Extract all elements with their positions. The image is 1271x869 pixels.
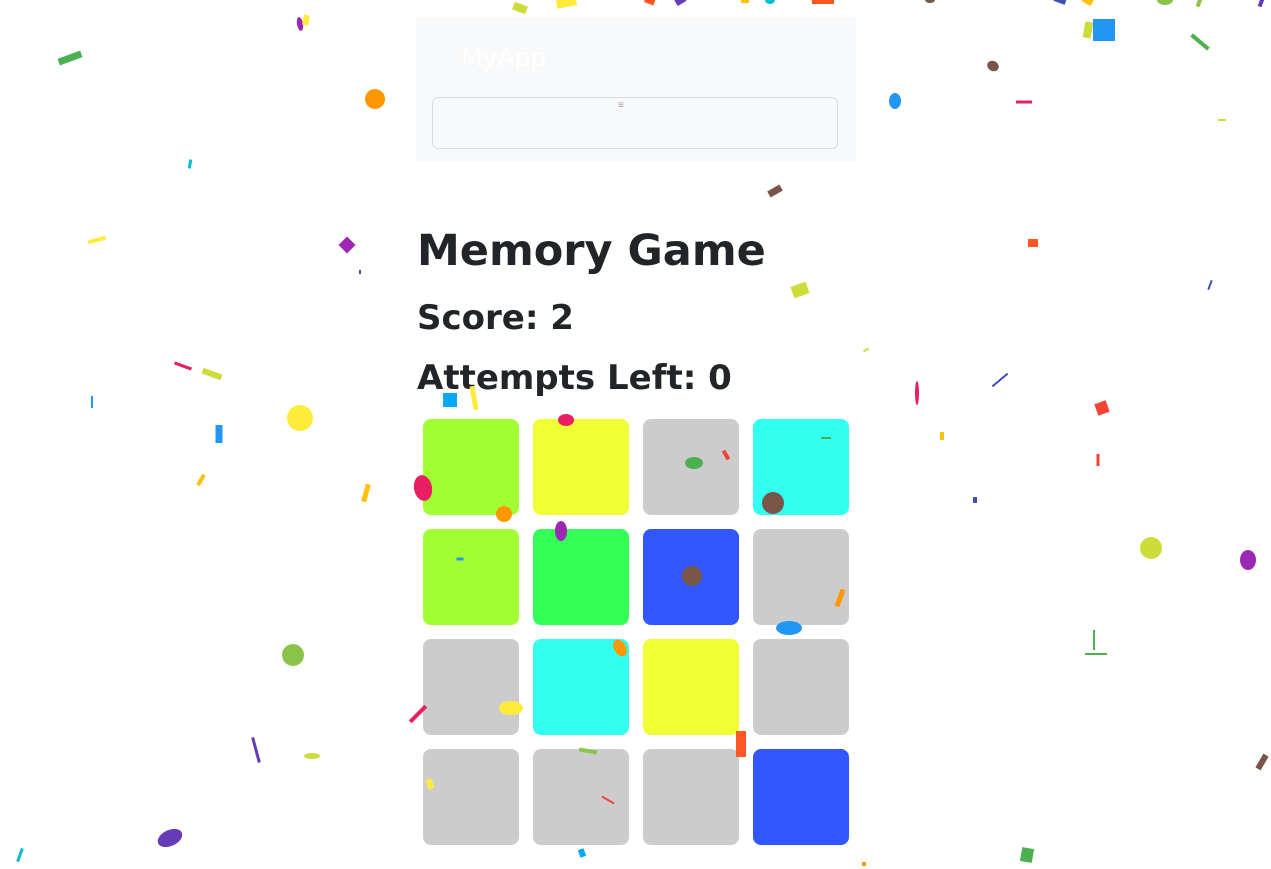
confetti-piece xyxy=(940,432,944,440)
score-display: Score: 2 xyxy=(417,298,574,338)
card-revealed[interactable] xyxy=(753,419,849,515)
confetti-piece xyxy=(1190,33,1210,51)
card-hidden[interactable] xyxy=(643,749,739,845)
confetti-piece xyxy=(361,483,371,503)
confetti-piece xyxy=(673,0,687,6)
confetti-piece xyxy=(767,184,783,198)
attempts-left-display: Attempts Left: 0 xyxy=(417,358,732,398)
confetti-piece xyxy=(643,0,657,6)
card-revealed[interactable] xyxy=(533,639,629,735)
card-revealed[interactable] xyxy=(423,529,519,625)
confetti-piece xyxy=(1085,653,1107,655)
confetti-piece xyxy=(1240,550,1256,570)
confetti-piece xyxy=(215,425,223,443)
card-hidden[interactable] xyxy=(753,639,849,735)
confetti-piece xyxy=(1093,630,1095,650)
confetti-piece xyxy=(187,159,193,169)
confetti-piece xyxy=(1081,0,1095,6)
card-hidden[interactable] xyxy=(423,639,519,735)
card-hidden[interactable] xyxy=(423,749,519,845)
confetti-piece xyxy=(87,235,107,245)
confetti-piece xyxy=(282,644,304,666)
confetti-piece xyxy=(287,405,313,431)
confetti-piece xyxy=(1257,0,1267,8)
confetti-piece xyxy=(1094,400,1110,416)
confetti-piece xyxy=(251,737,261,763)
confetti-piece xyxy=(812,0,834,4)
confetti-piece xyxy=(338,236,356,254)
confetti-piece xyxy=(1028,239,1038,247)
confetti-piece xyxy=(1096,454,1100,466)
card-hidden[interactable] xyxy=(753,529,849,625)
confetti-piece xyxy=(1157,0,1173,5)
confetti-piece xyxy=(1019,847,1035,863)
confetti-piece xyxy=(925,0,935,3)
confetti-piece xyxy=(365,89,385,109)
confetti-piece xyxy=(512,1,528,15)
confetti-piece xyxy=(1093,19,1115,41)
confetti-piece xyxy=(1255,753,1269,771)
card-revealed[interactable] xyxy=(533,529,629,625)
card-revealed[interactable] xyxy=(423,419,519,515)
confetti-piece xyxy=(1016,100,1032,104)
confetti-piece xyxy=(16,847,24,863)
navbar-toggler-button[interactable]: ≡ xyxy=(432,97,838,149)
confetti-piece xyxy=(987,60,999,72)
page-title: Memory Game xyxy=(417,226,766,276)
confetti-piece xyxy=(1218,119,1226,121)
confetti-piece xyxy=(991,372,1009,388)
hamburger-icon: ≡ xyxy=(618,100,624,111)
confetti-piece xyxy=(57,50,83,66)
navbar-brand[interactable]: MyApp xyxy=(461,43,546,72)
confetti-piece xyxy=(765,0,775,4)
confetti-piece xyxy=(790,281,810,299)
confetti-piece xyxy=(296,17,304,31)
card-revealed[interactable] xyxy=(643,529,739,625)
confetti-piece xyxy=(174,361,192,371)
confetti-piece xyxy=(91,396,93,408)
confetti-piece xyxy=(201,367,223,381)
navbar: MyApp ≡ xyxy=(416,17,856,161)
confetti-piece xyxy=(862,862,866,866)
game-page: MyApp ≡ Memory Game Score: 2 Attempts Le… xyxy=(0,0,1271,869)
confetti-piece xyxy=(554,0,578,9)
confetti-piece xyxy=(1053,0,1067,5)
card-hidden[interactable] xyxy=(643,419,739,515)
confetti-piece xyxy=(302,14,310,26)
game-board xyxy=(423,419,849,845)
confetti-piece xyxy=(915,381,919,405)
confetti-piece xyxy=(1207,279,1213,291)
confetti-piece xyxy=(889,93,901,109)
confetti-piece xyxy=(741,0,749,3)
confetti-piece xyxy=(862,347,870,353)
confetti-piece xyxy=(196,473,206,487)
confetti-piece xyxy=(973,497,977,503)
confetti-piece xyxy=(1082,21,1094,39)
confetti-piece xyxy=(157,828,183,848)
confetti-piece xyxy=(304,753,320,759)
confetti-piece xyxy=(1140,537,1162,559)
confetti-piece xyxy=(1195,0,1205,8)
card-hidden[interactable] xyxy=(533,749,629,845)
card-revealed[interactable] xyxy=(533,419,629,515)
confetti-piece xyxy=(577,848,587,858)
card-revealed[interactable] xyxy=(643,639,739,735)
confetti-piece xyxy=(359,270,361,274)
card-revealed[interactable] xyxy=(753,749,849,845)
